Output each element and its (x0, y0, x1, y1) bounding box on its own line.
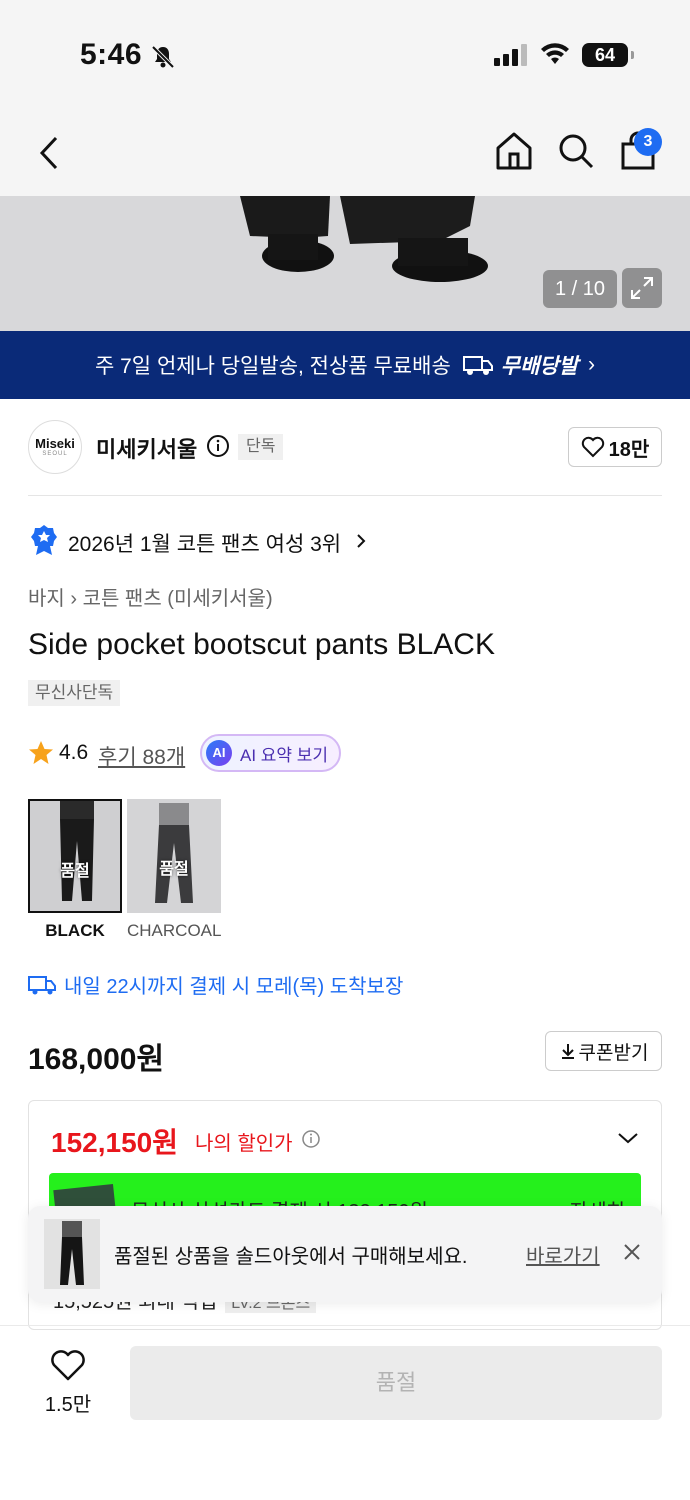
my-discount-label: 나의 할인가 (195, 1133, 293, 1155)
delivery-guarantee[interactable]: 내일 22시까지 결제 시 모레(목) 도착보장 (28, 970, 403, 999)
battery-icon: 64 (582, 43, 634, 67)
shipping-banner[interactable]: 주 7일 언제나 당일발송, 전상품 무료배송 무배당발 › (0, 331, 690, 399)
coupon-label: 쿠폰받기 (578, 1042, 649, 1064)
delivery-truck-icon (462, 356, 493, 375)
original-price: 168,000원 (28, 1043, 165, 1076)
brand-like-button[interactable]: 18만 (568, 427, 662, 467)
info-icon[interactable] (301, 1129, 321, 1149)
heart-icon (581, 436, 604, 458)
status-bar: 5:46 64 (0, 0, 690, 110)
top-nav (0, 110, 690, 196)
signal-icon (494, 44, 527, 66)
divider (28, 495, 662, 496)
star-icon (29, 741, 53, 764)
option-charcoal-status: 품절 (159, 861, 189, 878)
ranking-text[interactable]: 2026년 1월 코튼 팬츠 여성 3위 (68, 528, 341, 558)
option-black[interactable]: 품절 (28, 799, 122, 913)
soldout-toast: 품절된 상품을 솔드아웃에서 구매해보세요. 바로가기 (28, 1206, 662, 1302)
wifi-icon (541, 43, 569, 64)
expand-icon (631, 277, 653, 299)
ai-summary-label: AI 요약 보기 (240, 745, 329, 765)
ai-summary-button[interactable]: AI AI 요약 보기 (200, 734, 341, 772)
image-counter: 1 / 10 (543, 270, 617, 308)
product-image[interactable] (0, 196, 690, 331)
delivery-truck-icon (28, 975, 56, 994)
delivery-text: 내일 22시까지 결제 시 모레(목) 도착보장 (64, 976, 404, 998)
exclusive-tag: 단독 (238, 434, 284, 460)
info-icon[interactable] (206, 434, 230, 458)
bottom-divider (0, 1325, 690, 1326)
expand-image-button[interactable] (622, 268, 662, 308)
status-time: 5:46 (80, 38, 143, 71)
brand-logo-text: Miseki (35, 436, 75, 451)
soldout-button[interactable]: 품절 (130, 1346, 662, 1420)
brand-logo[interactable]: Miseki SEOUL (28, 420, 82, 474)
brand-name[interactable]: 미세키서울 (96, 432, 197, 464)
rating-value: 4.6 (59, 741, 89, 764)
breadcrumb[interactable]: 바지 › 코튼 팬츠 (미세키서울) (28, 582, 273, 611)
product-like-count: 1.5만 (44, 1394, 92, 1416)
chevron-right-icon (357, 534, 366, 548)
reviews-link[interactable]: 후기 88개 (98, 741, 185, 771)
toast-message: 품절된 상품을 솔드아웃에서 구매해보세요. (114, 1246, 468, 1268)
toast-link[interactable]: 바로가기 (526, 1240, 600, 1269)
toast-thumbnail (44, 1219, 100, 1289)
option-charcoal-label: CHARCOAL (127, 921, 222, 940)
option-black-status: 품절 (60, 863, 90, 880)
banner-text: 주 7일 언제나 당일발송, 전상품 무료배송 (94, 355, 451, 378)
option-black-label: BLACK (45, 921, 105, 940)
home-icon[interactable] (494, 130, 534, 172)
product-photo-legs (0, 196, 690, 331)
my-discount-price: 152,150원 (51, 1127, 178, 1158)
ranking-badge-icon (31, 525, 57, 555)
heart-icon[interactable] (50, 1350, 86, 1382)
coupon-button[interactable]: 쿠폰받기 (545, 1031, 662, 1071)
banner-brand: 무배당발 (500, 355, 579, 378)
banner-chevron-icon: › (588, 353, 596, 376)
close-icon[interactable] (622, 1242, 642, 1262)
option-charcoal[interactable]: 품절 (127, 799, 221, 913)
download-icon (561, 1044, 574, 1059)
bell-muted-icon (151, 45, 175, 69)
search-icon[interactable] (556, 130, 596, 172)
musinsa-exclusive-tag: 무신사단독 (28, 680, 121, 706)
back-icon[interactable] (34, 132, 66, 174)
chevron-down-icon[interactable] (617, 1131, 639, 1145)
ai-icon: AI (206, 740, 232, 766)
brand-logo-sub: SEOUL (42, 451, 68, 457)
cart-count-badge: 3 (634, 128, 662, 156)
product-title: Side pocket bootscut pants BLACK (28, 628, 495, 661)
brand-like-count: 18만 (608, 438, 650, 461)
